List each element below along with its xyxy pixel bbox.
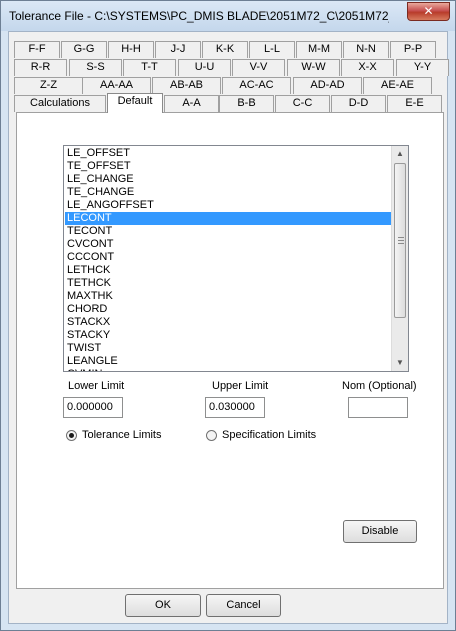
specification-limits-radio[interactable] [206,430,217,441]
list-item[interactable]: LE_OFFSET [65,147,391,160]
list-item[interactable]: LETHCK [65,264,391,277]
tab-s-s[interactable]: S-S [69,59,122,76]
lower-limit-field[interactable]: 0.000000 [63,397,123,418]
tab-u-u[interactable]: U-U [178,59,231,76]
tab-g-g[interactable]: G-G [61,41,107,58]
tab-k-k[interactable]: K-K [202,41,248,58]
window-title: Tolerance File - C:\SYSTEMS\PC_DMIS BLAD… [9,9,389,23]
list-item[interactable]: TE_CHANGE [65,186,391,199]
tab-x-x[interactable]: X-X [341,59,394,76]
specification-limits-label[interactable]: Specification Limits [222,429,316,441]
tab-h-h[interactable]: H-H [108,41,154,58]
tab-v-v[interactable]: V-V [232,59,285,76]
tab-z-z[interactable]: Z-Z [14,77,83,94]
tab-ad-ad[interactable]: AD-AD [293,77,362,94]
dialog-client-area: F-F G-G H-H J-J K-K L-L M-M N-N P-P R-R S-S T-T U-U V… [8,31,449,624]
thumb-grip-line [398,243,404,244]
tab-l-l[interactable]: L-L [249,41,295,58]
tab-y-y[interactable]: Y-Y [396,59,449,76]
tab-e-e[interactable]: E-E [387,95,442,112]
upper-limit-label: Upper Limit [212,380,269,392]
tab-calculations[interactable]: Calculations [14,95,106,112]
scrollbar-thumb[interactable] [394,163,406,318]
ok-button[interactable]: OK [125,594,201,617]
default-tab-panel: LE_OFFSET TE_OFFSET LE_CHANGE TE_CHANGE LE_A… [16,112,444,589]
list-item[interactable]: LEANGLE [65,355,391,368]
list-item[interactable]: TETHCK [65,277,391,290]
scroll-up-icon[interactable]: ▲ [392,146,408,162]
list-item[interactable]: LE_ANGOFFSET [65,199,391,212]
upper-limit-field[interactable]: 0.030000 [205,397,265,418]
parameter-listbox[interactable]: LE_OFFSET TE_OFFSET LE_CHANGE TE_CHANGE LE_A… [63,145,409,372]
nom-optional-label: Nom (Optional) [342,380,417,392]
tab-j-j[interactable]: J-J [155,41,201,58]
thumb-grip-line [398,237,404,238]
tab-ab-ab[interactable]: AB-AB [152,77,221,94]
tab-f-f[interactable]: F-F [14,41,60,58]
disable-button[interactable]: Disable [343,520,417,543]
tab-a-a[interactable]: A-A [164,95,219,112]
tolerance-limits-radio[interactable] [66,430,77,441]
tab-d-d[interactable]: D-D [331,95,386,112]
close-button[interactable]: ✕ [407,2,450,21]
list-item[interactable]: TECONT [65,225,391,238]
tab-ac-ac[interactable]: AC-AC [222,77,291,94]
tab-m-m[interactable]: M-M [296,41,342,58]
list-item[interactable]: TWIST [65,342,391,355]
listbox-vertical-scrollbar[interactable]: ▲ ▼ [391,146,408,371]
list-item[interactable]: LECONT [65,212,391,225]
list-item[interactable]: TE_OFFSET [65,160,391,173]
list-item[interactable]: CVMIN [65,368,391,371]
thumb-grip-line [398,240,404,241]
tab-n-n[interactable]: N-N [343,41,389,58]
tolerance-limits-label[interactable]: Tolerance Limits [82,429,161,441]
lower-limit-label: Lower Limit [68,380,125,392]
list-item[interactable]: STACKX [65,316,391,329]
list-item[interactable]: CCCONT [65,251,391,264]
close-icon: ✕ [423,4,434,18]
tab-p-p[interactable]: P-P [390,41,436,58]
tab-default[interactable]: Default [107,93,163,113]
tab-aa-aa[interactable]: AA-AA [82,77,151,94]
title-bar[interactable]: Tolerance File - C:\SYSTEMS\PC_DMIS BLAD… [1,1,455,31]
list-item[interactable]: CHORD [65,303,391,316]
tab-r-r[interactable]: R-R [14,59,67,76]
list-item[interactable]: CVCONT [65,238,391,251]
list-item[interactable]: MAXTHK [65,290,391,303]
tab-t-t[interactable]: T-T [123,59,176,76]
tab-c-c[interactable]: C-C [275,95,330,112]
cancel-button[interactable]: Cancel [206,594,281,617]
tab-w-w[interactable]: W-W [287,59,340,76]
scroll-down-icon[interactable]: ▼ [392,355,408,371]
tab-b-b[interactable]: B-B [219,95,274,112]
nom-optional-field[interactable] [348,397,408,418]
list-item[interactable]: LE_CHANGE [65,173,391,186]
tolerance-file-window: Tolerance File - C:\SYSTEMS\PC_DMIS BLAD… [0,0,456,631]
list-item[interactable]: STACKY [65,329,391,342]
tab-ae-ae[interactable]: AE-AE [363,77,432,94]
